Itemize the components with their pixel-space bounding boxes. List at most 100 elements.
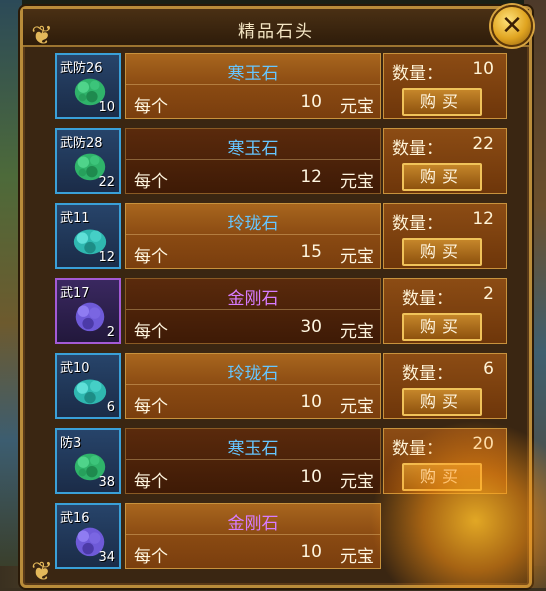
ornament-corner-icon: ❦ bbox=[31, 557, 53, 587]
quantity-value: 12 bbox=[472, 209, 494, 229]
buy-button[interactable]: 购买 bbox=[402, 463, 482, 491]
quantity-label: 数量： bbox=[392, 439, 443, 459]
currency-label: 元宝 bbox=[340, 472, 374, 492]
per-label: 每个 bbox=[134, 322, 168, 342]
quantity-value: 20 bbox=[472, 434, 494, 454]
price-value: 15 bbox=[300, 242, 322, 262]
divider bbox=[126, 234, 380, 235]
slot-attribute-label: 武防28 bbox=[60, 136, 103, 151]
stone-name: 寒玉石 bbox=[227, 64, 279, 84]
per-label: 每个 bbox=[134, 172, 168, 192]
stone-row: 武11 12 玲珑石 每个 15 元宝 数量： 12 购买 bbox=[33, 201, 507, 271]
buy-button[interactable]: 购买 bbox=[402, 313, 482, 341]
dialog-title: 精品石头 bbox=[238, 22, 314, 42]
stone-row: 武防28 22 寒玉石 每个 12 元宝 数量： 22 购买 bbox=[33, 126, 507, 196]
stone-slot-icon[interactable]: 武防26 10 bbox=[55, 53, 121, 119]
slot-count: 6 bbox=[106, 400, 115, 415]
quantity-box: 数量： 12 购买 bbox=[383, 203, 507, 269]
divider bbox=[126, 159, 380, 160]
slot-count: 12 bbox=[98, 250, 115, 265]
stone-info: 金刚石 每个 30 元宝 bbox=[125, 278, 381, 344]
currency-label: 元宝 bbox=[340, 547, 374, 567]
divider bbox=[126, 309, 380, 310]
quantity-box: 数量： 2 购买 bbox=[383, 278, 507, 344]
slot-attribute-label: 武17 bbox=[60, 286, 90, 301]
quantity-box: 数量： 6 购买 bbox=[383, 353, 507, 419]
slot-count: 2 bbox=[106, 325, 115, 340]
stone-row: 武防26 10 寒玉石 每个 10 元宝 数量： 10 购买 bbox=[33, 51, 507, 121]
quantity-value: 2 bbox=[483, 284, 494, 304]
currency-label: 元宝 bbox=[340, 97, 374, 117]
stone-slot-icon[interactable]: 武17 2 bbox=[55, 278, 121, 344]
quantity-value: 10 bbox=[472, 59, 494, 79]
exquisite-stone-icon bbox=[73, 379, 107, 405]
stone-info: 寒玉石 每个 12 元宝 bbox=[125, 128, 381, 194]
quantity-label: 数量： bbox=[392, 64, 443, 84]
stone-list[interactable]: 武防26 10 寒玉石 每个 10 元宝 数量： 10 购买 武防28 22 寒… bbox=[33, 51, 507, 591]
currency-label: 元宝 bbox=[340, 397, 374, 417]
slot-attribute-label: 武16 bbox=[60, 511, 90, 526]
slot-count: 22 bbox=[98, 175, 115, 190]
slot-attribute-label: 防3 bbox=[60, 436, 82, 451]
close-button[interactable]: ✕ bbox=[491, 5, 533, 47]
slot-count: 34 bbox=[98, 550, 115, 565]
dialog-header: ❦ 精品石头 bbox=[23, 9, 529, 51]
diamond-stone-icon bbox=[75, 302, 105, 332]
quantity-label: 数量： bbox=[392, 214, 443, 234]
buy-button[interactable]: 购买 bbox=[402, 388, 482, 416]
buy-button[interactable]: 购买 bbox=[402, 88, 482, 116]
stone-row: 武17 2 金刚石 每个 30 元宝 数量： 2 购买 bbox=[33, 276, 507, 346]
per-label: 每个 bbox=[134, 397, 168, 417]
stone-name: 玲珑石 bbox=[227, 214, 279, 234]
stone-info: 玲珑石 每个 15 元宝 bbox=[125, 203, 381, 269]
stone-name: 寒玉石 bbox=[227, 439, 279, 459]
per-label: 每个 bbox=[134, 97, 168, 117]
stone-slot-icon[interactable]: 武11 12 bbox=[55, 203, 121, 269]
stone-info: 玲珑石 每个 10 元宝 bbox=[125, 353, 381, 419]
buy-button[interactable]: 购买 bbox=[402, 163, 482, 191]
stone-info: 寒玉石 每个 10 元宝 bbox=[125, 428, 381, 494]
currency-label: 元宝 bbox=[340, 247, 374, 267]
divider bbox=[126, 459, 380, 460]
price-value: 30 bbox=[300, 317, 322, 337]
quantity-label: 数量： bbox=[402, 289, 453, 309]
currency-label: 元宝 bbox=[340, 172, 374, 192]
stone-info: 寒玉石 每个 10 元宝 bbox=[125, 53, 381, 119]
quantity-label: 数量： bbox=[402, 364, 453, 384]
price-value: 10 bbox=[300, 92, 322, 112]
stone-name: 金刚石 bbox=[227, 514, 279, 534]
divider bbox=[126, 384, 380, 385]
per-label: 每个 bbox=[134, 547, 168, 567]
stone-slot-icon[interactable]: 武16 34 bbox=[55, 503, 121, 569]
quantity-box: 数量： 10 购买 bbox=[383, 53, 507, 119]
stone-row: 防3 38 寒玉石 每个 10 元宝 数量： 20 购买 bbox=[33, 426, 507, 496]
price-value: 10 bbox=[300, 392, 322, 412]
stone-name: 金刚石 bbox=[227, 289, 279, 309]
stone-row: 武16 34 金刚石 每个 10 元宝 bbox=[33, 501, 507, 571]
stone-name: 玲珑石 bbox=[227, 364, 279, 384]
divider bbox=[126, 84, 380, 85]
stone-name: 寒玉石 bbox=[227, 139, 279, 159]
currency-label: 元宝 bbox=[340, 322, 374, 342]
slot-attribute-label: 武防26 bbox=[60, 61, 103, 76]
buy-button[interactable]: 购买 bbox=[402, 238, 482, 266]
slot-count: 38 bbox=[98, 475, 115, 490]
slot-count: 10 bbox=[98, 100, 115, 115]
slot-attribute-label: 武10 bbox=[60, 361, 90, 376]
stone-slot-icon[interactable]: 武防28 22 bbox=[55, 128, 121, 194]
quantity-value: 22 bbox=[472, 134, 494, 154]
stone-info: 金刚石 每个 10 元宝 bbox=[125, 503, 381, 569]
quantity-box: 数量： 22 购买 bbox=[383, 128, 507, 194]
quantity-value: 6 bbox=[483, 359, 494, 379]
price-value: 10 bbox=[300, 467, 322, 487]
divider bbox=[126, 534, 380, 535]
quantity-label: 数量： bbox=[392, 139, 443, 159]
price-value: 10 bbox=[300, 542, 322, 562]
stone-row: 武10 6 玲珑石 每个 10 元宝 数量： 6 购买 bbox=[33, 351, 507, 421]
per-label: 每个 bbox=[134, 472, 168, 492]
stone-slot-icon[interactable]: 防3 38 bbox=[55, 428, 121, 494]
close-x-icon: ✕ bbox=[501, 11, 523, 41]
slot-attribute-label: 武11 bbox=[60, 211, 90, 226]
premium-stones-dialog: ❦ 精品石头 ✕ 武防26 10 寒玉石 每个 10 元宝 数量： 10 购买 … bbox=[20, 5, 533, 591]
stone-slot-icon[interactable]: 武10 6 bbox=[55, 353, 121, 419]
